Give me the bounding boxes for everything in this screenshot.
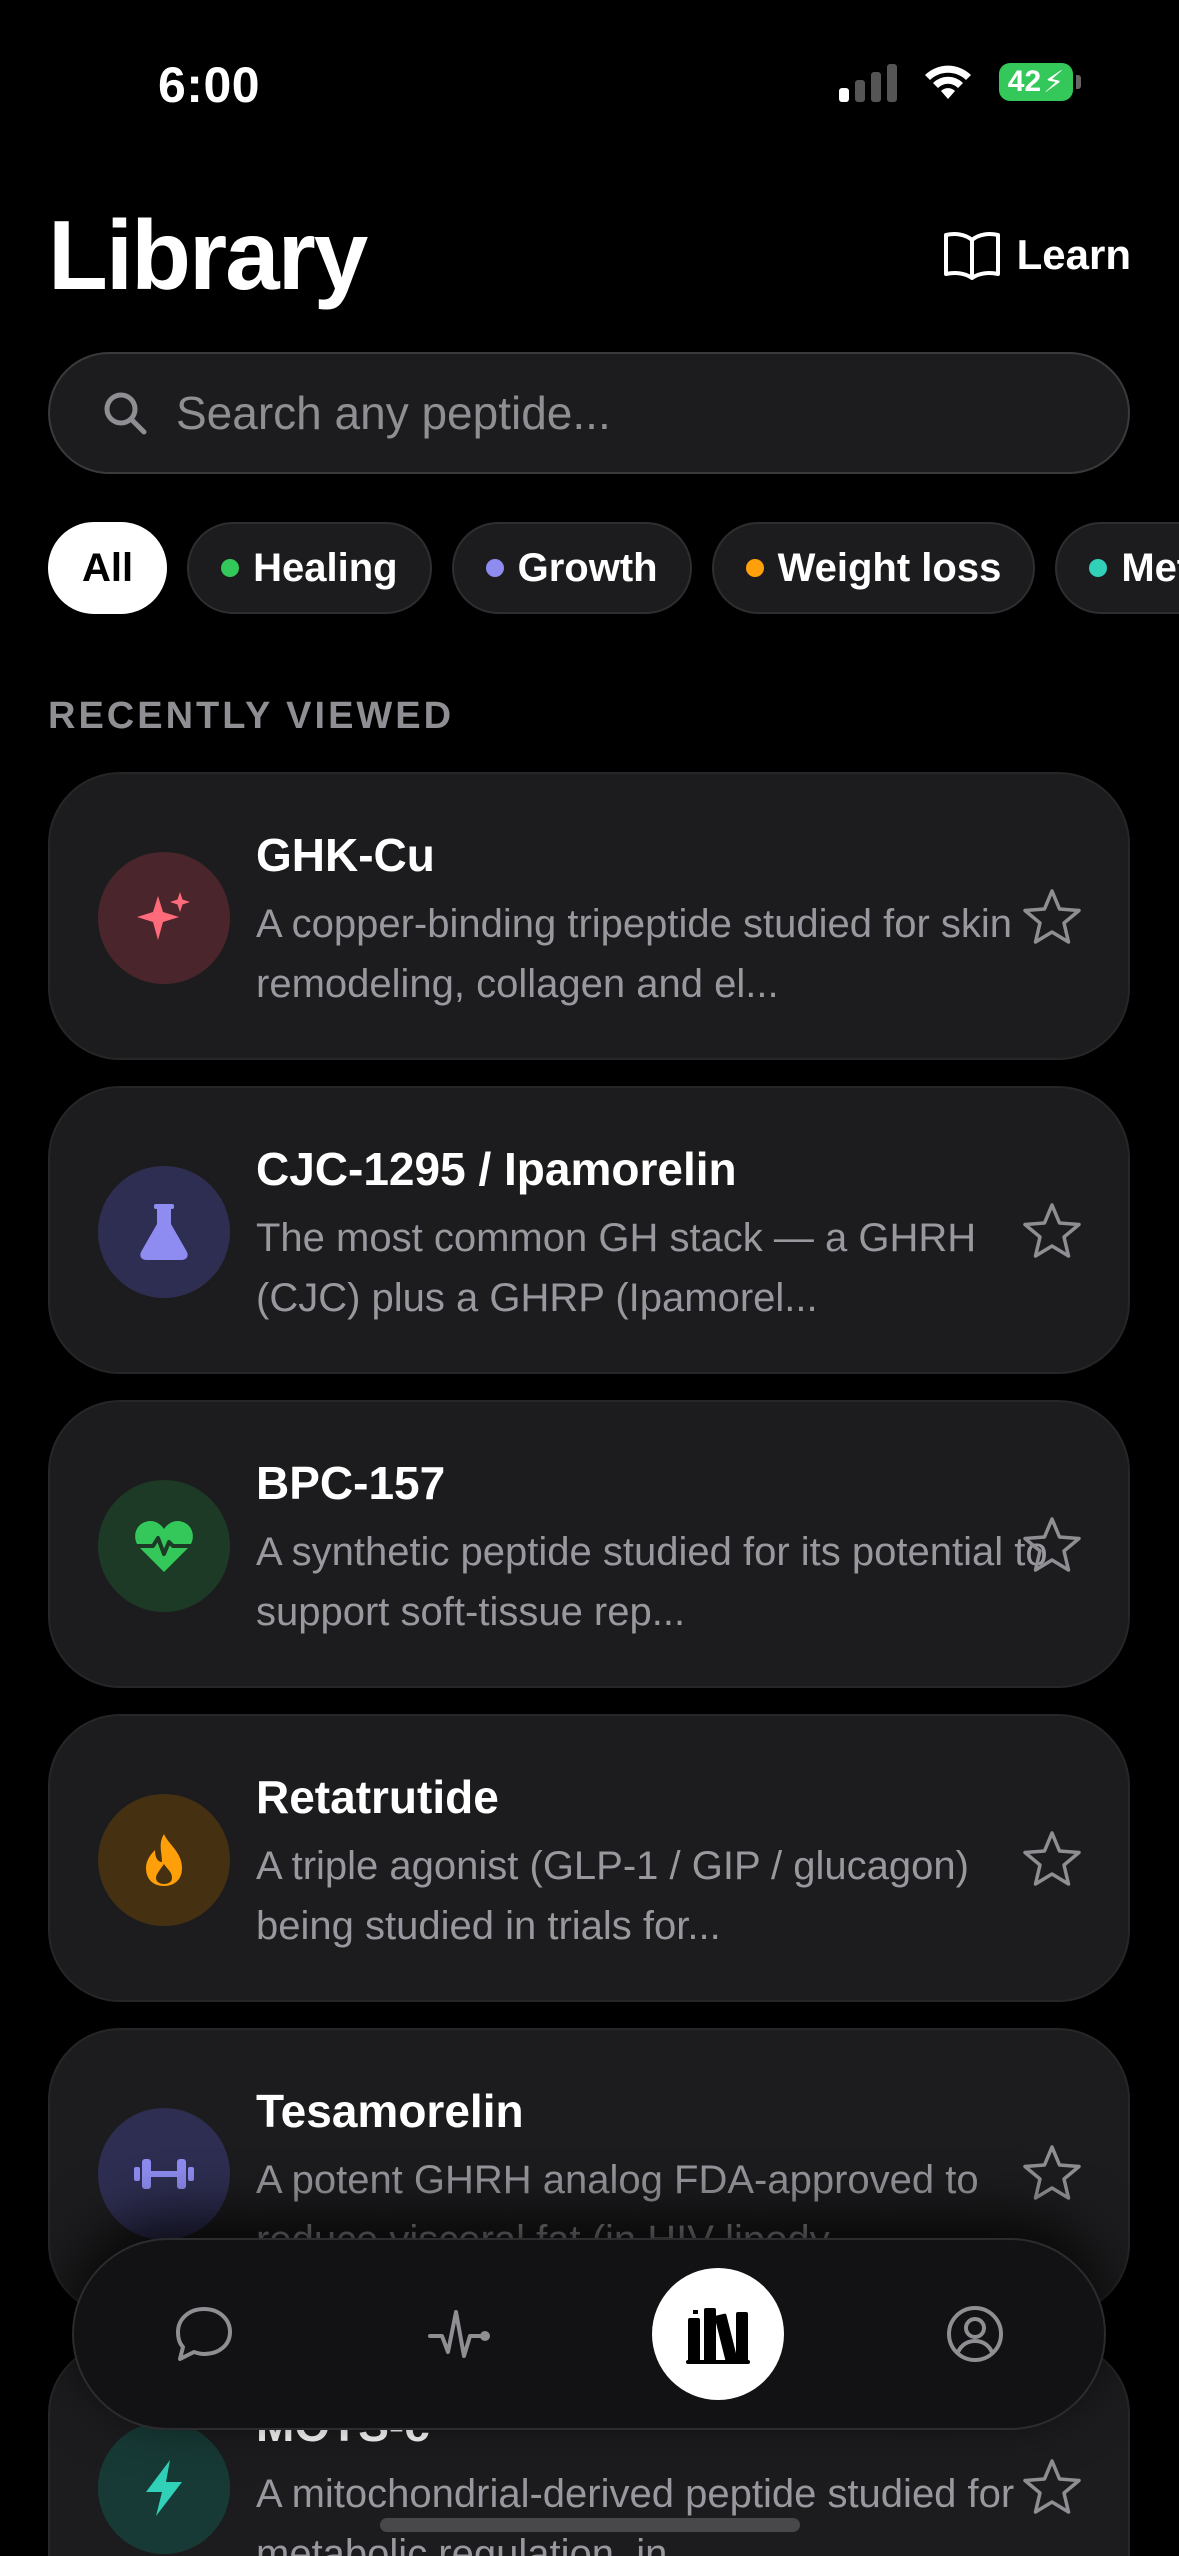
- chip-all[interactable]: All: [48, 522, 168, 614]
- tab-chat[interactable]: [137, 2268, 269, 2400]
- heart-pulse-icon: [98, 1480, 230, 1612]
- card-title: GHK-Cu: [256, 829, 435, 881]
- tab-activity[interactable]: [394, 2268, 526, 2400]
- status-icons: 42 ⚡: [839, 62, 1081, 102]
- search-bar[interactable]: [48, 352, 1130, 474]
- card-description: A triple agonist (GLP-1 / GIP / glucagon…: [256, 1844, 969, 1948]
- tab-library[interactable]: [651, 2268, 784, 2400]
- section-title-recently-viewed: RECENTLY VIEWED: [48, 695, 455, 737]
- star-icon[interactable]: [1020, 886, 1084, 950]
- chat-icon: [175, 2307, 232, 2361]
- flame-icon: [98, 1794, 230, 1926]
- status-time: 6:00: [158, 57, 261, 113]
- status-bar: 6:00 42 ⚡: [0, 0, 1179, 170]
- home-indicator[interactable]: [380, 2518, 800, 2532]
- chip-label: Healing: [253, 545, 398, 590]
- card-description: A synthetic peptide studied for its pote…: [256, 1530, 1048, 1634]
- peptide-card-ghk-cu[interactable]: GHK-Cu A copper-binding tripeptide studi…: [48, 772, 1130, 1060]
- peptide-card-retatrutide[interactable]: Retatrutide A triple agonist (GLP-1 / GI…: [48, 1714, 1130, 2002]
- card-title: BPC-157: [256, 1457, 446, 1509]
- chip-healing[interactable]: Healing: [187, 522, 432, 614]
- star-icon[interactable]: [1020, 2142, 1084, 2206]
- card-title: Tesamorelin: [256, 2085, 524, 2137]
- chip-label: Growth: [517, 545, 658, 590]
- battery-level: 42: [1007, 65, 1042, 98]
- tab-profile[interactable]: [909, 2268, 1041, 2400]
- card-title: Retatrutide: [256, 1771, 499, 1823]
- chip-dot: [485, 559, 504, 577]
- card-description: The most common GH stack — a GHRH (CJC) …: [256, 1216, 977, 1320]
- dumbbell-icon: [98, 2108, 230, 2240]
- book-open-icon: [943, 232, 1000, 280]
- star-icon[interactable]: [1020, 1514, 1084, 1578]
- profile-icon: [947, 2306, 1004, 2362]
- card-description: A mitochondrial-derived peptide studied …: [256, 2472, 1015, 2556]
- chip-label: All: [82, 545, 134, 590]
- search-icon: [104, 392, 147, 435]
- bolt-icon: [98, 2422, 230, 2554]
- peptide-card-cjc-1295[interactable]: CJC-1295 / Ipamorelin The most common GH…: [48, 1086, 1130, 1374]
- chip-weight-loss[interactable]: Weight loss: [711, 522, 1036, 614]
- charging-bolt-icon: ⚡: [1043, 65, 1065, 99]
- learn-button[interactable]: Learn: [943, 230, 1131, 280]
- peptide-card-bpc-157[interactable]: BPC-157 A synthetic peptide studied for …: [48, 1400, 1130, 1688]
- chip-label: Meta: [1121, 545, 1179, 590]
- library-icon: [685, 2308, 750, 2364]
- sparkle-icon: [98, 852, 230, 984]
- cellular-signal-icon: [839, 62, 897, 102]
- page-title: Library: [48, 199, 368, 310]
- battery-icon: 42 ⚡: [999, 63, 1081, 101]
- header: Library Learn: [48, 190, 1131, 320]
- bottom-tab-bar: [72, 2238, 1106, 2430]
- star-icon[interactable]: [1020, 1200, 1084, 1264]
- wifi-icon: [925, 65, 971, 99]
- chip-dot: [745, 559, 764, 577]
- learn-label: Learn: [1016, 231, 1131, 278]
- flask-icon: [98, 1166, 230, 1298]
- chip-dot: [221, 559, 240, 577]
- card-title: CJC-1295 / Ipamorelin: [256, 1143, 737, 1195]
- chip-growth[interactable]: Growth: [451, 522, 692, 614]
- star-icon[interactable]: [1020, 1828, 1084, 1892]
- chip-label: Weight loss: [777, 545, 1002, 590]
- activity-icon: [428, 2310, 491, 2358]
- filter-chips: All Healing Growth Weight loss Meta: [48, 522, 1179, 616]
- search-input[interactable]: [176, 386, 1026, 440]
- chip-metabolic[interactable]: Meta: [1055, 522, 1179, 614]
- star-icon[interactable]: [1020, 2456, 1084, 2520]
- chip-dot: [1089, 559, 1108, 577]
- card-description: A copper-binding tripeptide studied for …: [256, 902, 1013, 1006]
